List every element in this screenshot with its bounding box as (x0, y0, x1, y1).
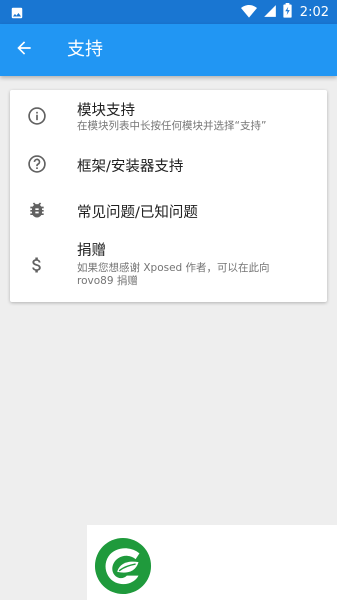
battery-charging-icon (283, 2, 292, 22)
bug-icon (26, 199, 48, 221)
page-title: 支持 (67, 39, 103, 60)
bottom-banner (87, 525, 337, 600)
leaf-logo-icon (94, 537, 152, 595)
support-item-title: 框架/安装器支持 (77, 159, 184, 175)
image-icon (10, 5, 24, 19)
signal-icon (263, 3, 277, 22)
help-circle-icon (26, 153, 48, 175)
support-item-title: 模块支持 (77, 103, 135, 119)
support-item-faq[interactable]: 常见问题/已知问题 (10, 190, 327, 230)
support-item-title: 捐赠 (77, 243, 106, 259)
arrow-back-icon (14, 38, 34, 62)
app-bar: 支持 (0, 24, 337, 76)
dollar-icon (26, 254, 48, 276)
support-item-module[interactable]: 模块支持 在模块列表中长按任何模块并选择“支持” (10, 90, 327, 140)
back-button[interactable] (10, 36, 38, 64)
wifi-icon (240, 3, 257, 22)
support-card: 模块支持 在模块列表中长按任何模块并选择“支持” 框架/安装器支持 常见问题/已… (10, 90, 327, 302)
support-item-donate[interactable]: 捐赠 如果您想感谢 Xposed 作者，可以在此向 rovo89 捐赠 (10, 234, 327, 296)
support-item-title: 常见问题/已知问题 (77, 205, 198, 221)
status-bar: 2:02 (0, 0, 337, 24)
info-icon (26, 105, 48, 127)
support-item-subtitle: 在模块列表中长按任何模块并选择“支持” (77, 120, 267, 132)
support-item-subtitle: 如果您想感谢 Xposed 作者，可以在此向 rovo89 捐赠 (77, 262, 270, 287)
status-time: 2:02 (299, 4, 329, 20)
support-item-framework[interactable]: 框架/安装器支持 (10, 144, 327, 184)
